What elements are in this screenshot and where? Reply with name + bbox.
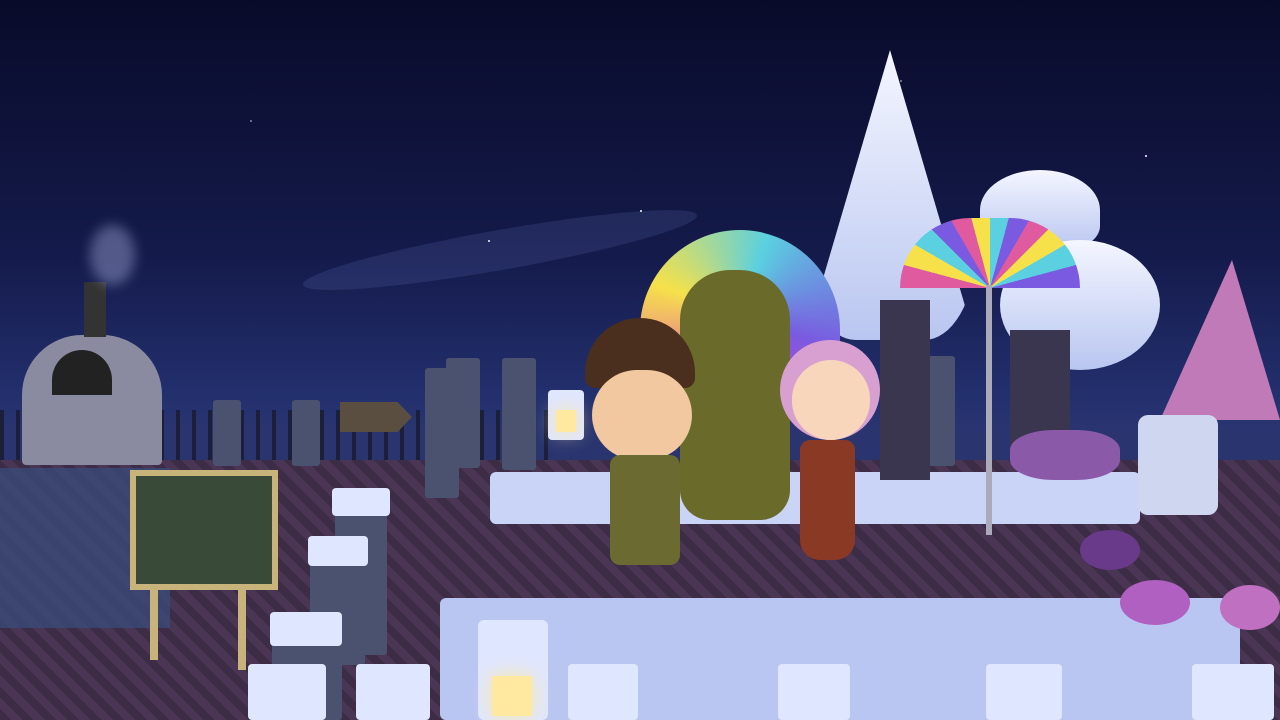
tree-trunk [880,300,930,480]
rose-flower [1120,580,1190,625]
umbrella-pole [986,285,992,535]
player-character-face[interactable] [592,370,692,460]
player-character-body[interactable] [610,455,680,565]
rose-flower [1010,430,1120,480]
pink-tree [1160,260,1280,420]
lantern-light [492,676,532,716]
snow-cap [1192,664,1274,720]
sign-icon[interactable] [340,402,412,432]
milky-way-streak [299,195,701,305]
snow-cap [356,664,430,720]
snow-cap [308,536,368,566]
fence-post [292,400,320,466]
chimney [84,282,106,337]
snow-cap [248,664,326,720]
game-scene [0,0,1280,720]
peacock-body [680,270,790,520]
drum-stand [1138,415,1218,515]
snow-cap [778,664,850,720]
easel-leg [150,590,158,660]
star [900,80,902,82]
star [1145,155,1147,157]
snow-cap [986,664,1062,720]
snow-cap [332,488,390,516]
rose-flower [1220,585,1280,630]
lantern-light [556,410,576,432]
villager-face[interactable] [792,360,870,440]
fence-post [502,358,536,470]
star [250,120,252,122]
rose-flower [1080,530,1140,570]
fence-post [213,400,241,466]
fence-post [446,358,480,468]
easel-painting-icon[interactable] [130,470,278,590]
smoke [90,225,135,285]
snow-cap [568,664,638,720]
easel-leg [238,590,246,670]
snow-cap [270,612,342,646]
villager-dress[interactable] [800,440,855,560]
